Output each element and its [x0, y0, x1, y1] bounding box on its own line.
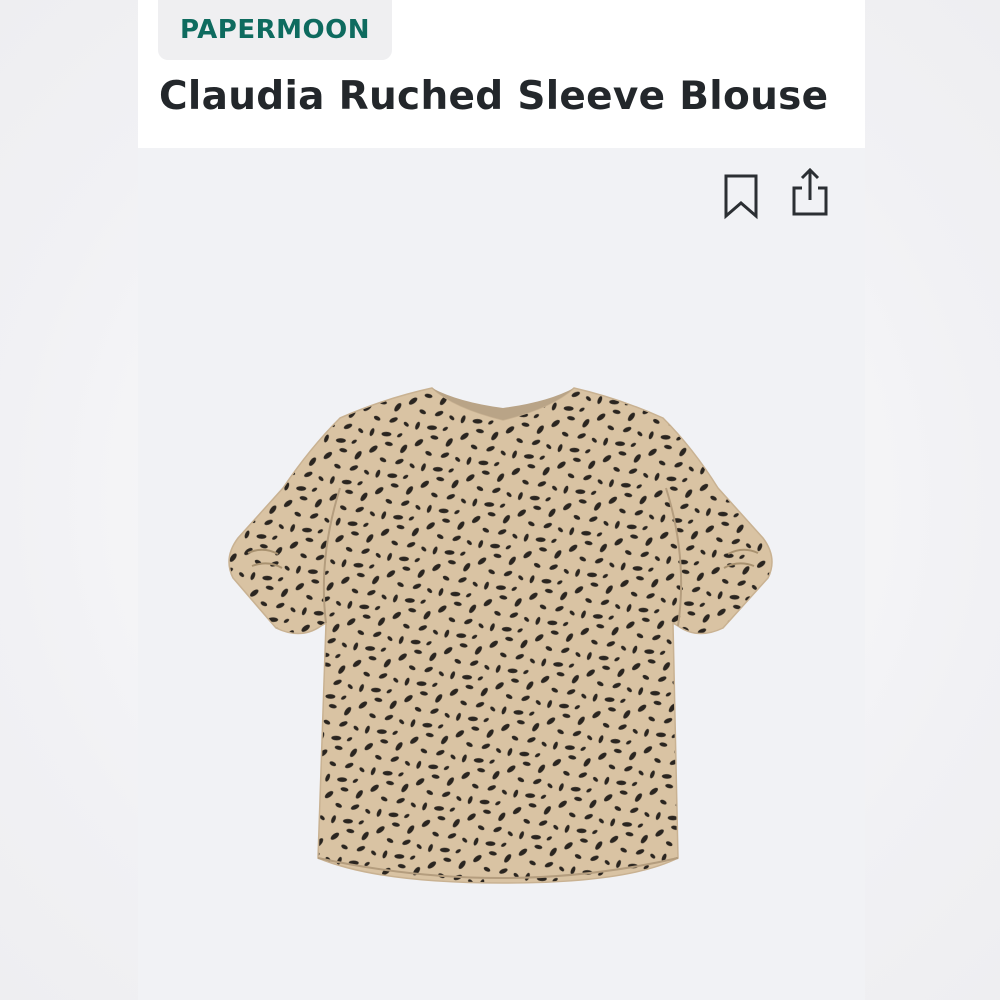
bookmark-button[interactable] [720, 170, 764, 222]
product-image[interactable] [218, 378, 788, 908]
brand-label[interactable]: PAPERMOON [158, 0, 392, 60]
product-header: PAPERMOON Claudia Ruched Sleeve Blouse [138, 0, 865, 148]
bookmark-icon [724, 174, 758, 220]
product-title: Claudia Ruched Sleeve Blouse [159, 74, 829, 119]
product-image-area [138, 148, 865, 1000]
share-button[interactable] [788, 166, 832, 218]
product-card: PAPERMOON Claudia Ruched Sleeve Blouse [138, 0, 865, 1000]
share-icon [792, 167, 828, 216]
